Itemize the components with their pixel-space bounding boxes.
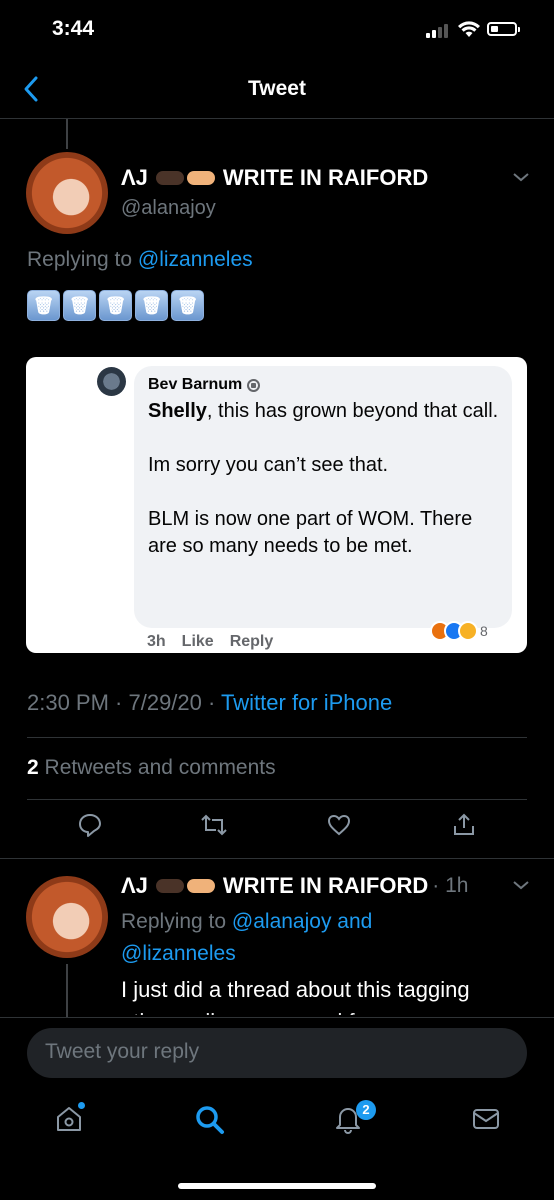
search-icon[interactable]: [194, 1104, 226, 1141]
messages-envelope-icon[interactable]: [471, 1104, 501, 1139]
nav-divider: [0, 118, 554, 119]
comment-text: Shelly, this has grown beyond that call.…: [148, 398, 503, 587]
reply-time: · 1h: [432, 874, 469, 897]
like-icon[interactable]: [326, 812, 352, 843]
tweet-handle[interactable]: @alanajoy: [121, 197, 216, 220]
reaction-count: 8: [480, 623, 488, 639]
avatar[interactable]: [26, 152, 108, 234]
replying-to: Replying to @lizanneles: [27, 248, 253, 272]
reply-avatar[interactable]: [26, 876, 108, 958]
replying-to-link-1[interactable]: @alanajoy: [232, 910, 332, 933]
comment-line1: , this has grown beyond that call.: [206, 400, 499, 422]
thread-line: [66, 964, 68, 1018]
reply-replying-to: Replying to @alanajoy and @lizanneles: [121, 906, 441, 970]
comment-para2: Im sorry you can’t see that.: [148, 454, 389, 476]
comment-like: Like: [181, 633, 214, 650]
reply-author-name[interactable]: ΛJ WRITE IN RAIFORD · 1h: [121, 873, 468, 899]
retweet-label: Retweets and comments: [38, 756, 276, 779]
divider: [27, 799, 527, 800]
tweet-source-link[interactable]: Twitter for iPhone: [221, 690, 392, 715]
reply-text: I just did a thread about this tagging: [121, 977, 470, 1002]
reply-display-name: ΛJ: [121, 873, 148, 898]
wastebasket-icon: 🗑: [171, 290, 204, 321]
chevron-down-icon[interactable]: [512, 878, 530, 896]
comment-actions: 3h Like Reply: [147, 633, 273, 651]
notifications-badge: 2: [356, 1100, 376, 1120]
tweet-actions: [0, 812, 554, 852]
badge-icon: [247, 378, 261, 392]
replying-to-link-2[interactable]: @lizanneles: [121, 942, 236, 965]
reply-input[interactable]: Tweet your reply: [27, 1028, 527, 1078]
divider: [27, 737, 527, 738]
comment-mention: Shelly: [148, 400, 207, 422]
reply-replying-prefix: Replying to: [121, 910, 232, 933]
home-indicator: [178, 1183, 376, 1189]
comment-reply: Reply: [229, 633, 274, 650]
fist-bump-light-icon: [186, 171, 215, 185]
display-name-suffix: WRITE IN RAIFORD: [222, 165, 429, 190]
retweet-stats[interactable]: 2 Retweets and comments: [27, 756, 276, 780]
display-name: ΛJ: [121, 165, 148, 190]
tweet-media-image[interactable]: Bev Barnum Shelly, this has grown beyond…: [26, 357, 527, 653]
page-title: Tweet: [248, 77, 306, 100]
replying-to-link[interactable]: @lizanneles: [138, 248, 253, 271]
home-unread-dot: [78, 1102, 85, 1109]
status-time: 3:44: [52, 17, 95, 40]
comment-age: 3h: [147, 633, 166, 650]
thread-line: [66, 119, 68, 149]
fist-bump-light-icon: [186, 879, 215, 893]
retweet-icon[interactable]: [200, 812, 228, 843]
emoji-row: 🗑 🗑 🗑 🗑 🗑: [27, 290, 204, 321]
commenter-avatar: [97, 367, 126, 396]
wastebasket-icon: 🗑: [99, 290, 132, 321]
replying-and: and: [331, 910, 373, 933]
timestamp-text: 2:30 PM · 7/29/20 ·: [27, 690, 222, 715]
home-icon[interactable]: [54, 1104, 84, 1139]
wastebasket-icon: 🗑: [135, 290, 168, 321]
wow-reaction-icon: [458, 621, 478, 641]
commenter-name-text: Bev Barnum: [148, 376, 243, 393]
chevron-down-icon[interactable]: [512, 170, 530, 188]
tweet-timestamp: 2:30 PM · 7/29/20 · Twitter for iPhone: [27, 690, 392, 716]
retweet-count: 2: [27, 756, 39, 779]
comment-para3: BLM is now one part of WOM. There are so…: [148, 508, 473, 557]
fist-bump-dark-icon: [155, 879, 184, 893]
wastebasket-icon: 🗑: [63, 290, 96, 321]
fist-bump-dark-icon: [155, 171, 184, 185]
divider: [0, 858, 554, 859]
wastebasket-icon: 🗑: [27, 290, 60, 321]
reactions: 8: [430, 621, 488, 641]
replying-prefix: Replying to: [27, 248, 138, 271]
share-icon[interactable]: [451, 812, 477, 843]
reply-text-continued: other wells groups and for some: [121, 1007, 531, 1015]
tweet-author-name[interactable]: ΛJ WRITE IN RAIFORD: [121, 165, 428, 191]
reply-display-name-suffix: WRITE IN RAIFORD: [222, 873, 429, 898]
signal-icon: [426, 24, 448, 38]
reply-icon[interactable]: [77, 812, 103, 843]
battery-icon: [487, 22, 520, 36]
wifi-icon: [457, 20, 481, 43]
commenter-name: Bev Barnum: [148, 376, 261, 394]
